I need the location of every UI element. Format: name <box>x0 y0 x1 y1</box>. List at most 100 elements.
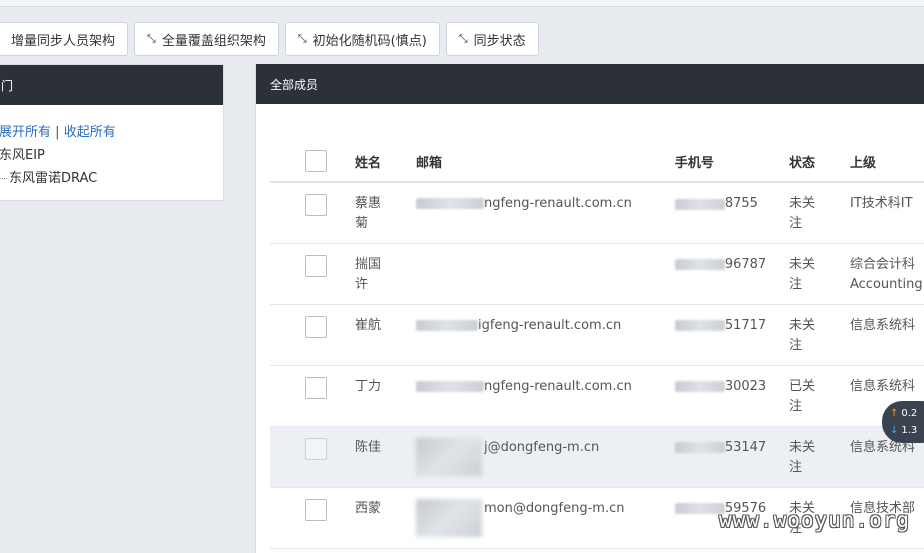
redacted-blur <box>674 442 725 453</box>
upload-speed: ↑ 0.2 <box>890 405 924 422</box>
down-arrow-icon: ↓ <box>890 425 899 436</box>
row-checkbox-cell <box>270 365 355 427</box>
parent-cell: 信息系统科 <box>850 304 924 366</box>
table-row[interactable]: 陈佳 j@dongfeng-m.cn 53147 未关注 信息系统科 <box>270 426 924 488</box>
button-label: 全量覆盖组织架构 <box>161 33 266 49</box>
email-cell: igfeng-renault.com.cn <box>415 304 675 366</box>
name-cell: 崔航 <box>354 304 416 366</box>
name-cell: 揣国许 <box>354 243 416 305</box>
download-speed: ↓ 1.3 <box>890 422 924 439</box>
row-checkbox[interactable] <box>305 437 327 460</box>
member-parent: 信息系统科 <box>850 317 916 333</box>
member-name: 陈佳 <box>354 439 381 455</box>
redacted-blur <box>674 381 725 392</box>
tree-node-child[interactable]: 东风雷诺DRAC <box>0 167 215 190</box>
table-row[interactable]: 丁力 ngfeng-renault.com.cn 30023 已关注 信息系统科 <box>270 365 924 427</box>
member-name: 蔡惠菊 <box>354 196 381 231</box>
phone-cell: 30023 <box>674 365 789 427</box>
button-label: 增量同步人员架构 <box>11 33 116 49</box>
member-email: j@dongfeng-m.cn <box>483 439 600 455</box>
member-name: 揣国许 <box>354 256 381 292</box>
upload-value: 0.2 <box>901 408 918 419</box>
top-bar <box>0 0 924 7</box>
row-checkbox-cell <box>270 182 355 244</box>
member-phone: 30023 <box>724 378 767 394</box>
member-parent: 综合会计科 Accounting <box>850 256 923 292</box>
row-checkbox[interactable] <box>305 194 327 216</box>
redacted-blur <box>415 498 482 537</box>
email-cell: j@dongfeng-m.cn <box>415 426 675 488</box>
redacted-blur <box>674 259 725 270</box>
redacted-blur <box>674 320 725 331</box>
column-header-name: 姓名 <box>354 142 416 183</box>
row-checkbox[interactable] <box>305 498 327 521</box>
panel-title: 全部成员 <box>270 77 319 92</box>
up-arrow-icon: ↑ <box>890 408 899 419</box>
name-cell: 丁力 <box>354 365 416 427</box>
row-checkbox[interactable] <box>305 315 327 338</box>
member-name: 崔航 <box>354 317 381 333</box>
email-cell: ngfeng-renault.com.cn <box>415 365 675 427</box>
email-cell <box>415 243 675 305</box>
network-speed-widget[interactable]: ↑ 0.2 ↓ 1.3 <box>882 401 924 443</box>
department-panel-title: 门 <box>0 65 223 105</box>
member-phone: 51717 <box>724 317 767 333</box>
tree-controls: 展开所有 | 收起所有 <box>0 121 215 144</box>
expand-arrows-icon: ⤡ <box>147 32 156 45</box>
column-header-phone: 手机号 <box>674 142 789 183</box>
incremental-sync-button[interactable]: 增量同步人员架构 <box>0 22 129 56</box>
row-checkbox[interactable] <box>305 376 327 399</box>
parent-cell: 综合会计科 Accounting <box>850 243 924 305</box>
watermark: www.wooyun.org <box>719 508 911 532</box>
table-header-row: 姓名 邮箱 手机号 状态 上级 <box>270 142 924 183</box>
name-cell: 蔡惠菊 <box>354 182 416 244</box>
parent-cell: IT技术科IT <box>850 182 924 244</box>
phone-cell: 96787 <box>674 243 789 305</box>
table-row[interactable]: 蔡惠菊 ngfeng-renault.com.cn 8755 未关注 IT技术科… <box>270 182 924 244</box>
tree-node-root[interactable]: 东风EIP <box>0 144 215 167</box>
status-cell: 未关注 <box>788 304 850 366</box>
separator: | <box>55 125 60 140</box>
email-cell: mon@dongfeng-m.cn <box>415 487 675 549</box>
member-status: 未关注 <box>788 196 815 231</box>
status-cell: 未关注 <box>788 426 850 488</box>
full-overwrite-button[interactable]: ⤡ 全量覆盖组织架构 <box>134 22 279 56</box>
toolbar: 增量同步人员架构 ⤡ 全量覆盖组织架构 ⤡ 初始化随机码(慎点) ⤡ 同步状态 <box>0 22 539 56</box>
member-status: 未关注 <box>788 256 815 292</box>
member-parent: 信息系统科 <box>850 378 916 394</box>
redacted-blur <box>415 437 482 476</box>
tree-connector <box>0 178 7 179</box>
download-value: 1.3 <box>901 425 918 436</box>
table-row[interactable]: 揣国许 96787 未关注 综合会计科 Accounting <box>270 243 924 305</box>
member-status: 未关注 <box>788 317 815 353</box>
row-checkbox-cell <box>270 243 355 305</box>
member-name: 西蒙 <box>354 500 381 516</box>
member-email: mon@dongfeng-m.cn <box>483 500 625 516</box>
select-all-checkbox[interactable] <box>305 149 327 172</box>
members-panel: 全部成员 姓名 邮箱 手机号 状态 上级 蔡惠菊 ngfeng-renault.… <box>255 64 924 553</box>
member-phone: 53147 <box>724 439 767 455</box>
redacted-blur <box>415 380 484 392</box>
department-panel: 门 展开所有 | 收起所有 东风EIP 东风雷诺DRAC <box>0 64 224 201</box>
member-parent: IT技术科IT <box>850 196 913 211</box>
status-cell: 已关注 <box>788 365 850 427</box>
department-tree: 展开所有 | 收起所有 东风EIP 东风雷诺DRAC <box>0 105 223 190</box>
column-header-email: 邮箱 <box>415 142 675 183</box>
name-cell: 陈佳 <box>354 426 416 488</box>
redacted-blur <box>674 503 725 514</box>
row-checkbox[interactable] <box>305 254 327 277</box>
email-cell: ngfeng-renault.com.cn <box>415 182 675 244</box>
button-label: 同步状态 <box>473 33 526 49</box>
expand-all-link[interactable]: 展开所有 <box>0 125 51 140</box>
expand-arrows-icon: ⤡ <box>297 32 307 45</box>
sync-status-button[interactable]: ⤡ 同步状态 <box>445 22 539 56</box>
members-table: 姓名 邮箱 手机号 状态 上级 蔡惠菊 ngfeng-renault.com.c… <box>270 142 924 549</box>
init-random-code-button[interactable]: ⤡ 初始化随机码(慎点) <box>284 22 440 56</box>
member-phone: 96787 <box>724 256 767 272</box>
name-cell: 西蒙 <box>354 487 416 549</box>
tree-node-label: 东风雷诺DRAC <box>9 171 98 186</box>
table-row[interactable]: 崔航 igfeng-renault.com.cn 51717 未关注 信息系统科 <box>270 304 924 366</box>
redacted-blur <box>415 198 484 209</box>
collapse-all-link[interactable]: 收起所有 <box>64 125 116 140</box>
member-email: ngfeng-renault.com.cn <box>483 196 632 211</box>
